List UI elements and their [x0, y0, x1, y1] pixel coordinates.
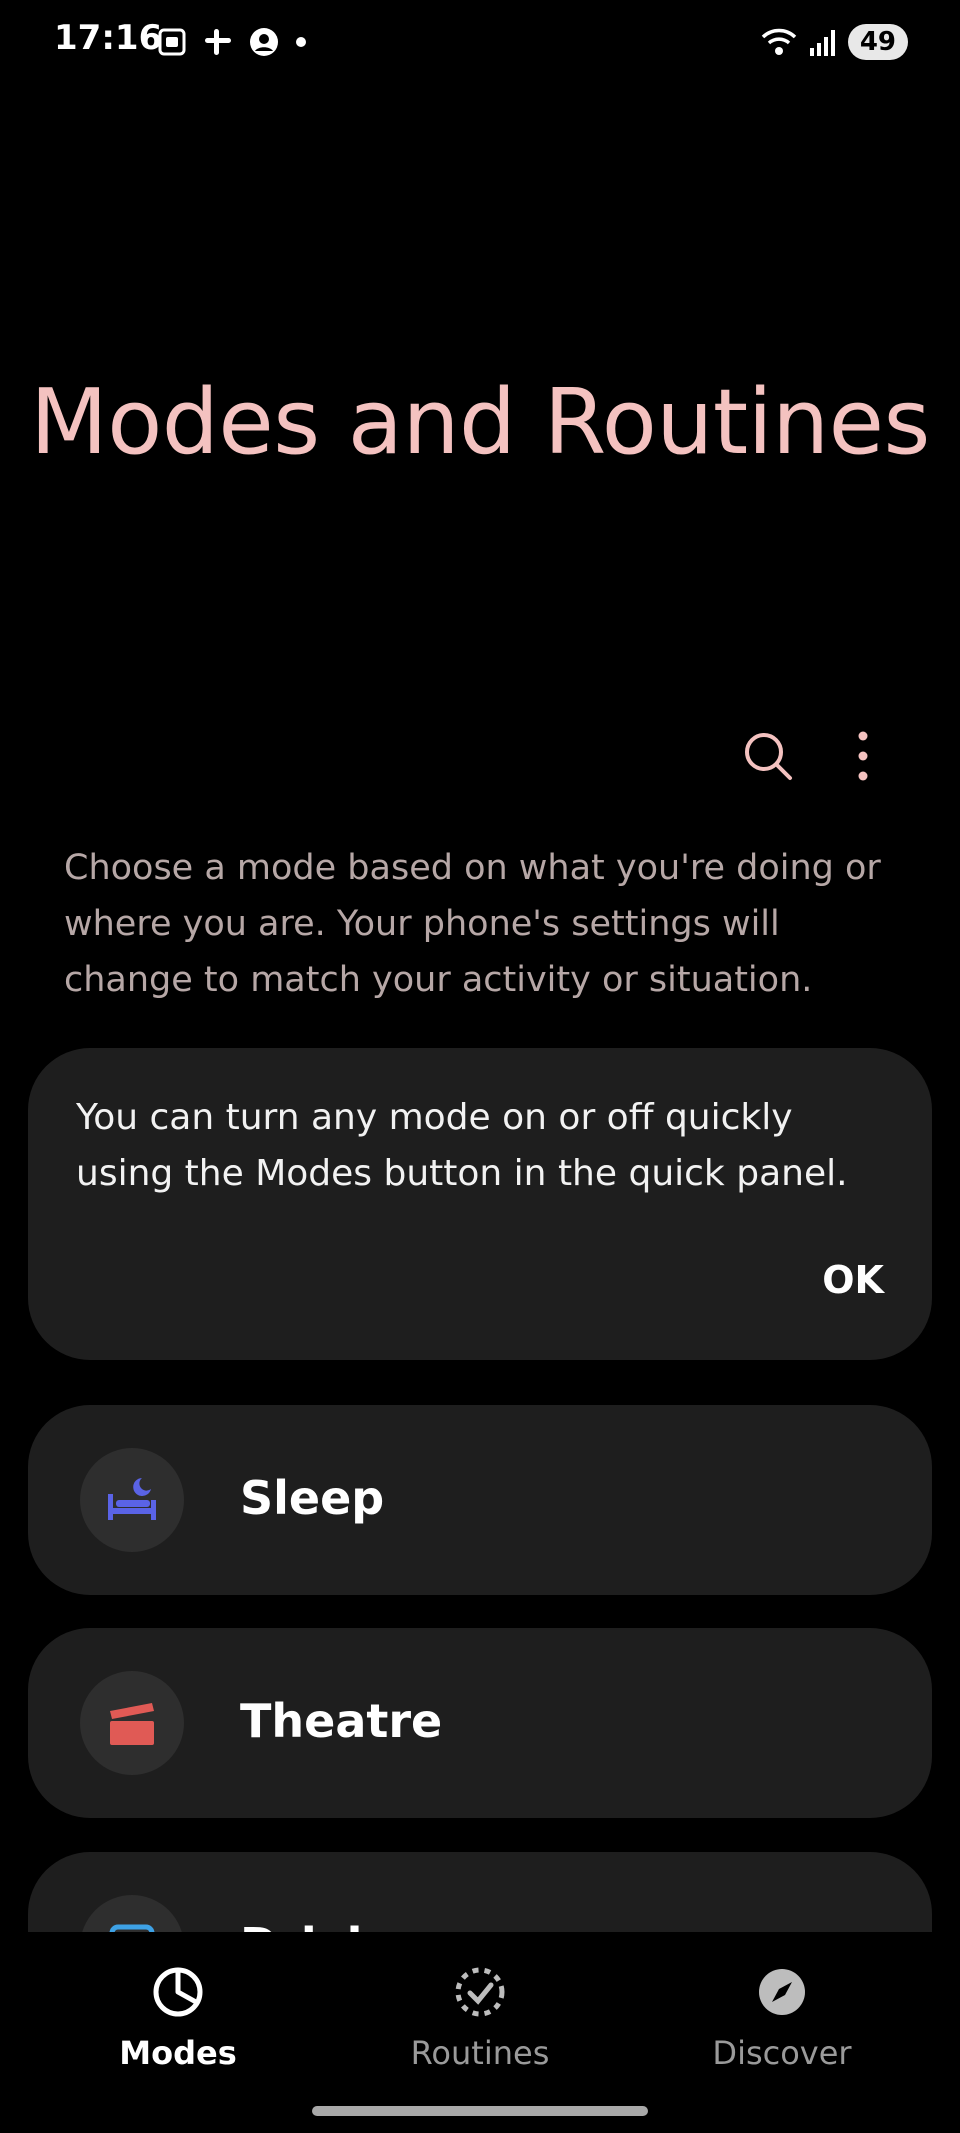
nav-tab-discover[interactable]: Discover — [662, 1962, 902, 2072]
nav-tab-modes[interactable]: Modes — [58, 1962, 298, 2072]
quick-panel-tip-card: You can turn any mode on or off quickly … — [28, 1048, 932, 1360]
nav-label: Modes — [119, 2034, 237, 2072]
compass-icon — [759, 1969, 805, 2015]
signal-icon — [809, 30, 835, 56]
search-icon[interactable] — [740, 728, 796, 784]
nav-label: Routines — [410, 2034, 550, 2072]
sleep-icon-container — [80, 1448, 184, 1552]
mode-item-sleep[interactable]: Sleep — [28, 1405, 932, 1595]
mode-label: Theatre — [240, 1694, 443, 1748]
battery-level: 49 — [847, 24, 908, 60]
routines-icon — [455, 1967, 505, 2017]
clapperboard-icon — [110, 1703, 154, 1745]
nav-tab-routines[interactable]: Routines — [360, 1962, 600, 2072]
modes-icon — [153, 1967, 203, 2017]
nav-label: Discover — [712, 2034, 852, 2072]
bottom-navigation: Modes Routines Discover — [0, 1932, 960, 2133]
bed-moon-icon — [108, 1478, 156, 1520]
wifi-icon — [761, 28, 797, 55]
page-description: Choose a mode based on what you're doing… — [64, 848, 881, 1000]
home-indicator[interactable] — [312, 2106, 648, 2116]
theatre-icon-container — [80, 1671, 184, 1775]
mode-label: Sleep — [240, 1471, 385, 1525]
account-icon — [250, 28, 278, 56]
status-time: 17:16 — [54, 18, 163, 58]
page-title: Modes and Routines — [30, 370, 930, 475]
status-right: 49 — [760, 24, 908, 60]
mode-item-theatre[interactable]: Theatre — [28, 1628, 932, 1818]
ok-button[interactable]: OK — [822, 1258, 884, 1302]
slack-icon — [205, 29, 231, 55]
status-notification-icons — [156, 26, 308, 58]
dot-icon — [296, 37, 306, 47]
more-options-icon[interactable] — [850, 728, 876, 784]
screenshot-icon — [158, 28, 186, 56]
tip-text: You can turn any mode on or off quickly … — [76, 1097, 848, 1194]
